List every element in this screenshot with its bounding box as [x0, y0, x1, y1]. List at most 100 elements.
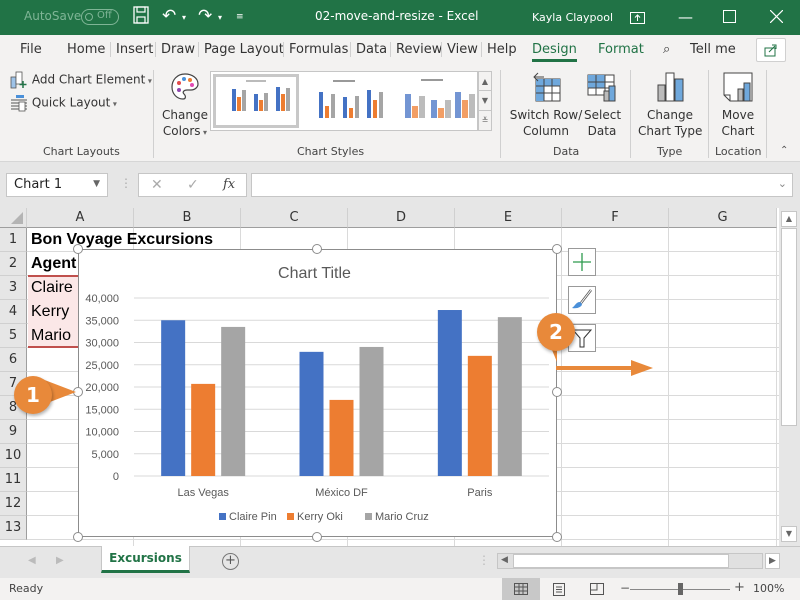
horizontal-scrollbar[interactable]: ◀ — [497, 553, 763, 569]
row-header-6[interactable]: 6 — [0, 348, 27, 372]
cell-a2[interactable]: Agent — [31, 255, 76, 273]
expand-formula-bar-icon[interactable]: ⌄ — [778, 177, 787, 190]
insert-function-icon[interactable]: fx — [223, 177, 235, 192]
scroll-left-icon[interactable]: ◀ — [501, 555, 508, 565]
vertical-scroll-thumb[interactable] — [781, 228, 797, 426]
normal-view-button[interactable] — [502, 578, 540, 600]
scroll-right-icon[interactable]: ▶ — [765, 553, 780, 569]
tab-insert[interactable]: Insert — [110, 42, 153, 57]
row-header-3[interactable]: 3 — [0, 276, 27, 300]
resize-handle-right[interactable] — [552, 387, 562, 397]
row-header-11[interactable]: 11 — [0, 468, 27, 492]
chart-style-2[interactable] — [303, 74, 389, 128]
tab-home[interactable]: Home — [67, 42, 105, 57]
tab-page-layout[interactable]: Page Layout — [198, 42, 284, 57]
gallery-down-icon[interactable]: ▼ — [479, 91, 491, 111]
user-name[interactable]: Kayla Claypool — [532, 11, 613, 24]
cell-a5[interactable]: Mario — [31, 327, 71, 345]
collapse-ribbon-icon[interactable]: ⌃ — [780, 145, 788, 156]
minimize-icon[interactable]: — — [678, 8, 693, 26]
column-header-e[interactable]: E — [455, 208, 562, 228]
chart-style-1[interactable] — [213, 74, 299, 128]
gallery-scroll[interactable]: ▲ ▼ ≚ — [478, 71, 492, 131]
cancel-icon[interactable]: ✕ — [151, 177, 163, 193]
resize-handle-bottom[interactable] — [312, 532, 322, 542]
redo-icon[interactable]: ↷ — [198, 6, 212, 26]
column-header-a[interactable]: A — [27, 208, 134, 228]
row-header-2[interactable]: 2 — [0, 252, 27, 276]
name-box[interactable]: Chart 1 ▼ — [6, 173, 108, 197]
resize-handle-bottom-right[interactable] — [552, 532, 562, 542]
tab-format[interactable]: Format — [598, 42, 644, 57]
page-layout-view-icon[interactable] — [553, 583, 565, 596]
sheet-scroll-left-icon[interactable]: ◀ — [28, 555, 36, 566]
zoom-in-button[interactable]: + — [734, 580, 745, 595]
tab-data[interactable]: Data — [350, 42, 387, 57]
chart-style-3[interactable] — [391, 74, 477, 128]
select-data-button[interactable]: Select Data — [584, 71, 621, 139]
tab-view[interactable]: View — [441, 42, 478, 57]
share-button[interactable] — [756, 38, 786, 62]
change-chart-type-button[interactable]: Change Chart Type — [638, 71, 702, 139]
name-box-dropdown-icon[interactable]: ▼ — [93, 179, 100, 189]
row-header-9[interactable]: 9 — [0, 420, 27, 444]
undo-icon[interactable]: ↶ — [162, 6, 176, 26]
tab-formulas[interactable]: Formulas — [283, 42, 348, 57]
tab-design[interactable]: Design — [532, 42, 577, 62]
row-header-10[interactable]: 10 — [0, 444, 27, 468]
tab-review[interactable]: Review — [390, 42, 442, 57]
row-header-1[interactable]: 1 — [0, 228, 27, 252]
column-header-b[interactable]: B — [134, 208, 241, 228]
ribbon-display-options-icon[interactable] — [630, 10, 645, 28]
column-header-d[interactable]: D — [348, 208, 455, 228]
tell-me-search[interactable]: Tell me — [690, 42, 736, 57]
row-header-5[interactable]: 5 — [0, 324, 27, 348]
tab-help[interactable]: Help — [481, 42, 517, 57]
scroll-down-icon[interactable]: ▼ — [781, 526, 797, 542]
page-break-view-icon[interactable] — [590, 583, 604, 595]
resize-handle-top-left[interactable] — [73, 244, 83, 254]
chart-object[interactable]: Chart Title 0 5,000 10,000 15,000 20,000 25,00… — [78, 249, 557, 537]
change-colors-button[interactable]: Change Colors ▾ — [162, 71, 208, 141]
sheet-tab-excursions[interactable]: Excursions — [101, 546, 190, 573]
tab-draw[interactable]: Draw — [155, 42, 195, 57]
zoom-level[interactable]: 100% — [753, 582, 784, 595]
gallery-up-icon[interactable]: ▲ — [479, 72, 491, 91]
close-icon[interactable] — [769, 9, 784, 27]
add-chart-element-button[interactable]: Add Chart Element ▾ — [10, 71, 152, 90]
horizontal-scroll-thumb[interactable] — [513, 554, 729, 568]
chart-elements-button[interactable] — [568, 248, 596, 276]
gallery-more-icon[interactable]: ≚ — [479, 111, 491, 130]
column-header-c[interactable]: C — [241, 208, 348, 228]
cell-a4[interactable]: Kerry — [31, 303, 69, 321]
zoom-slider-thumb[interactable] — [678, 583, 683, 595]
tab-file[interactable]: File — [20, 42, 42, 57]
resize-handle-bottom-left[interactable] — [73, 532, 83, 542]
enter-icon[interactable]: ✓ — [187, 177, 199, 193]
sheet-scroll-right-icon[interactable]: ▶ — [56, 555, 64, 566]
new-sheet-button[interactable]: + — [222, 553, 239, 570]
maximize-icon[interactable] — [723, 9, 736, 27]
resize-handle-top[interactable] — [312, 244, 322, 254]
cell-a3[interactable]: Claire — [31, 279, 73, 297]
resize-handle-top-right[interactable] — [552, 244, 562, 254]
formula-input[interactable]: ⌄ — [251, 173, 793, 197]
row-header-4[interactable]: 4 — [0, 300, 27, 324]
column-header-f[interactable]: F — [562, 208, 669, 228]
search-icon[interactable]: ⌕ — [663, 42, 670, 57]
row-header-13[interactable]: 13 — [0, 516, 27, 540]
autosave-toggle[interactable]: Off — [81, 9, 119, 25]
save-icon[interactable] — [133, 6, 149, 28]
select-all-button[interactable] — [0, 208, 27, 228]
undo-dropdown-icon[interactable]: ▾ — [182, 13, 186, 22]
row-header-12[interactable]: 12 — [0, 492, 27, 516]
quick-layout-button[interactable]: Quick Layout ▾ — [10, 94, 117, 113]
column-header-g[interactable]: G — [669, 208, 777, 228]
redo-dropdown-icon[interactable]: ▾ — [218, 13, 222, 22]
vertical-scrollbar[interactable]: ▲ ▼ — [779, 208, 800, 546]
customize-qat-icon[interactable]: ≡ — [236, 12, 244, 22]
zoom-out-button[interactable]: − — [620, 581, 630, 595]
cell-a1[interactable]: Bon Voyage Excursions — [31, 231, 213, 249]
move-chart-button[interactable]: Move Chart — [716, 71, 760, 139]
switch-row-column-button[interactable]: Switch Row/ Column — [508, 71, 584, 139]
